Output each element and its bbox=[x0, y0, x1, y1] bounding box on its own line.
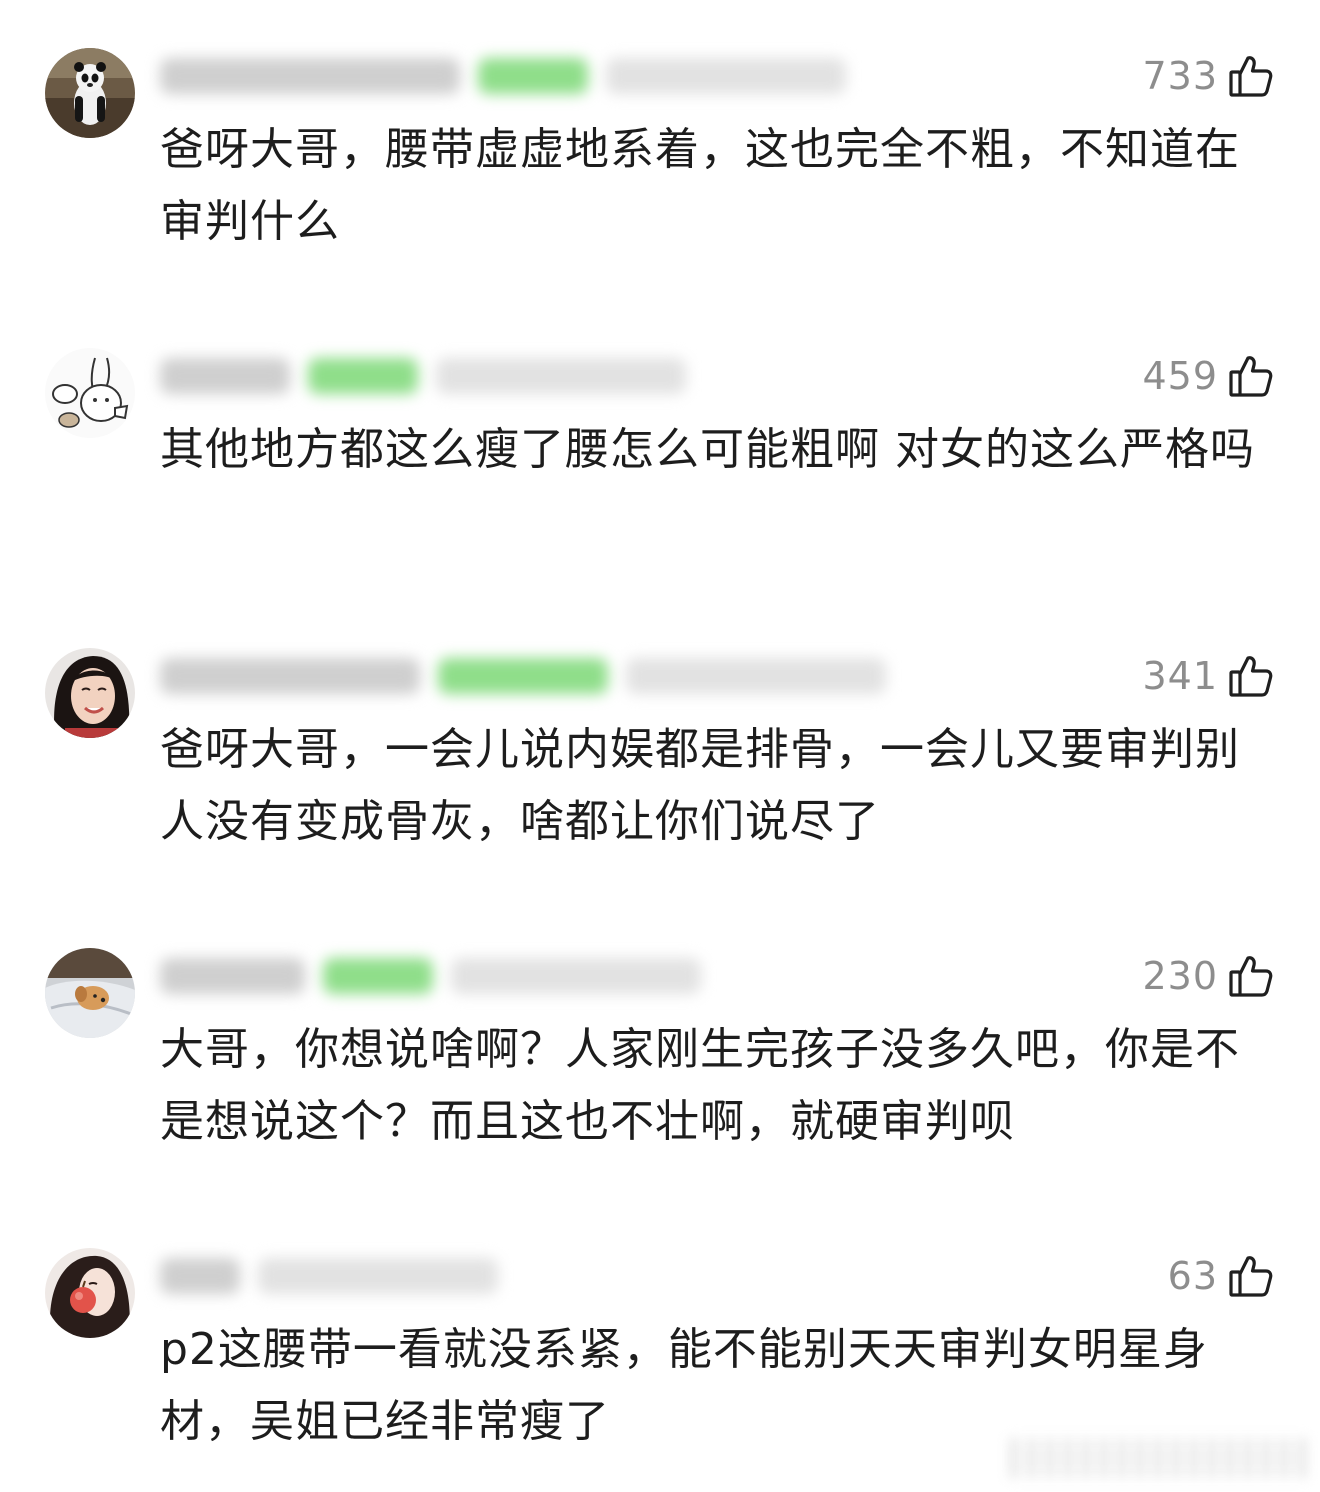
blurred-time-location bbox=[626, 658, 886, 694]
blurred-badge bbox=[308, 358, 418, 394]
blurred-username[interactable] bbox=[160, 358, 290, 394]
thumbs-up-icon[interactable] bbox=[1228, 1253, 1274, 1299]
thumbs-up-icon[interactable] bbox=[1228, 53, 1274, 99]
like-button[interactable]: 733 bbox=[1142, 48, 1274, 104]
like-count: 63 bbox=[1167, 1254, 1218, 1298]
smiling-woman-avatar-icon[interactable] bbox=[45, 648, 135, 738]
comment-meta bbox=[160, 948, 701, 1004]
blurred-badge bbox=[478, 58, 588, 94]
like-count: 459 bbox=[1142, 354, 1218, 398]
blurred-time-location bbox=[436, 358, 686, 394]
comment-text: 其他地方都这么瘦了腰怎么可能粗啊 对女的这么严格吗 bbox=[160, 424, 1255, 475]
thumbs-up-icon[interactable] bbox=[1228, 353, 1274, 399]
blurred-badge bbox=[323, 958, 433, 994]
comment-meta bbox=[160, 348, 686, 404]
comment-text: p2这腰带一看就没系紧，能不能别天天审判女明星身材，吴姐已经非常瘦了 bbox=[160, 1324, 1208, 1447]
blurred-time-location bbox=[606, 58, 846, 94]
panda-avatar-icon[interactable] bbox=[45, 48, 135, 138]
comment-text: 大哥，你想说啥啊？人家刚生完孩子没多久吧，你是不是想说这个？而且这也不壮啊，就硬… bbox=[160, 1024, 1240, 1147]
blurred-username[interactable] bbox=[160, 658, 420, 694]
like-button[interactable]: 341 bbox=[1142, 648, 1274, 704]
dog-on-blanket-avatar-icon[interactable] bbox=[45, 948, 135, 1038]
blurred-username[interactable] bbox=[160, 958, 305, 994]
like-count: 733 bbox=[1142, 54, 1218, 98]
thumbs-up-icon[interactable] bbox=[1228, 653, 1274, 699]
comment-meta bbox=[160, 48, 846, 104]
like-button[interactable]: 459 bbox=[1142, 348, 1274, 404]
comment-text: 爸呀大哥，一会儿说内娱都是排骨，一会儿又要审判别人没有变成骨灰，啥都让你们说尽了 bbox=[160, 724, 1240, 847]
like-count: 230 bbox=[1142, 954, 1218, 998]
thumbs-up-icon[interactable] bbox=[1228, 953, 1274, 999]
blurred-username[interactable] bbox=[160, 58, 460, 94]
like-button[interactable]: 230 bbox=[1142, 948, 1274, 1004]
blurred-time-location bbox=[451, 958, 701, 994]
blurred-username[interactable] bbox=[160, 1258, 240, 1294]
comment-text: 爸呀大哥，腰带虚虚地系着，这也完全不粗，不知道在审判什么 bbox=[160, 124, 1240, 247]
like-count: 341 bbox=[1142, 654, 1218, 698]
blurred-badge bbox=[438, 658, 608, 694]
comment-list: 733 爸呀大哥，腰带虚虚地系着，这也完全不粗，不知道在审判什么 459 其他地… bbox=[0, 0, 1320, 1492]
blurred-time-location bbox=[258, 1258, 498, 1294]
comment-meta bbox=[160, 648, 886, 704]
like-button[interactable]: 63 bbox=[1168, 1248, 1274, 1304]
blurred-watermark bbox=[1010, 1438, 1310, 1478]
woman-with-apple-avatar-icon[interactable] bbox=[45, 1248, 135, 1338]
cartoon-rabbit-avatar-icon[interactable] bbox=[45, 348, 135, 438]
comment-meta bbox=[160, 1248, 498, 1304]
